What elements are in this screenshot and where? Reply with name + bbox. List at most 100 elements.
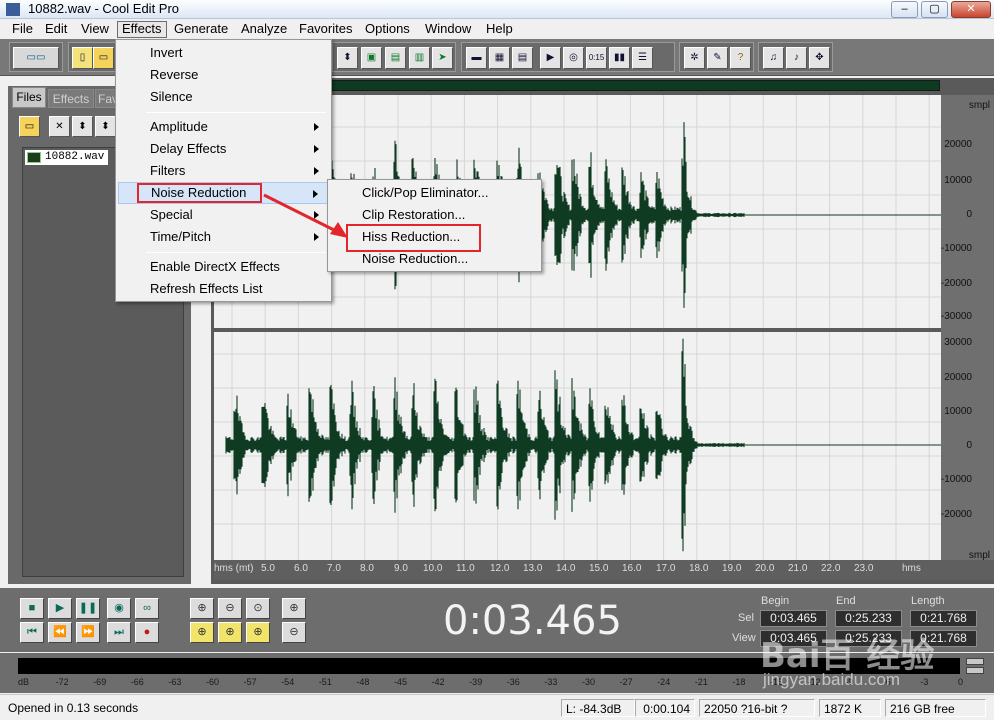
time-axis-end: hms: [902, 563, 921, 574]
forward-icon[interactable]: ⏩: [76, 622, 100, 643]
meter-tick-label: -24: [657, 677, 671, 687]
open-folder-icon[interactable]: ▭: [93, 47, 114, 69]
menu-effects[interactable]: Effects: [117, 21, 167, 38]
menu-item-filters[interactable]: Filters: [118, 160, 329, 182]
view-spectral-icon[interactable]: ▦: [489, 47, 510, 69]
menu-item-clip-restoration[interactable]: Clip Restoration...: [330, 204, 539, 226]
menu-options[interactable]: Options: [361, 21, 414, 38]
open-file-icon[interactable]: ▭: [19, 116, 40, 137]
maximize-button[interactable]: ▢: [921, 1, 948, 18]
menu-file[interactable]: File: [8, 21, 37, 38]
rewind-icon[interactable]: ⏪: [48, 622, 72, 643]
time-tick: 19.0: [722, 563, 742, 574]
zoom-in-icon[interactable]: ⊕: [190, 598, 214, 619]
play-view-icon[interactable]: ▶: [540, 47, 561, 69]
menu-favorites[interactable]: Favorites: [295, 21, 356, 38]
menu-edit[interactable]: Edit: [41, 21, 71, 38]
tab-effects[interactable]: Effects: [48, 89, 94, 108]
ruler-label: 0: [966, 209, 972, 220]
multitrack-icon[interactable]: ♫: [763, 47, 784, 69]
ruler-label: 0: [966, 440, 972, 451]
submenu-arrow-icon: [314, 123, 319, 131]
ruler-label: 10000: [944, 406, 972, 417]
meter-tick-label: -42: [431, 677, 445, 687]
zoom-right-icon[interactable]: ⊕: [218, 622, 242, 643]
meter-peak-right: [966, 667, 984, 674]
menu-separator: [146, 252, 326, 253]
stop-icon[interactable]: ■: [20, 598, 44, 619]
amplitude-ruler: smpl 20000 10000 0 -10000 -20000 -30000 …: [940, 95, 994, 561]
meter-tick-label: -3: [920, 677, 929, 687]
help-icon[interactable]: ?: [730, 47, 751, 69]
tool-e-icon[interactable]: ➤: [432, 47, 453, 69]
vertical-zoom-out-icon[interactable]: ⊖: [282, 622, 306, 643]
zoom-view-icon[interactable]: ◎: [563, 47, 584, 69]
go-end-icon[interactable]: ⏭: [107, 622, 131, 643]
menu-window[interactable]: Window: [421, 21, 475, 38]
status-level: L: -84.3dB @: [561, 699, 635, 717]
menu-item-amplitude[interactable]: Amplitude: [118, 116, 329, 138]
menu-item-label: Special: [150, 207, 193, 222]
menu-view[interactable]: View: [77, 21, 113, 38]
edit-file-icon[interactable]: ⬍: [95, 116, 116, 137]
loop-play-icon[interactable]: ∞: [135, 598, 159, 619]
zoom-out-icon[interactable]: ⊖: [218, 598, 242, 619]
time-tick: 20.0: [755, 563, 775, 574]
menu-item-enable-directx[interactable]: Enable DirectX Effects: [118, 256, 329, 278]
menu-item-refresh-effects[interactable]: Refresh Effects List: [118, 278, 329, 300]
meter-tick-label: -51: [318, 677, 332, 687]
play-to-end-icon[interactable]: ◉: [107, 598, 131, 619]
tool-c-icon[interactable]: ▤: [385, 47, 406, 69]
settings-icon[interactable]: ✲: [684, 47, 705, 69]
view-waveform-icon[interactable]: ▬: [466, 47, 487, 69]
menu-analyze[interactable]: Analyze: [237, 21, 291, 38]
menu-generate[interactable]: Generate: [170, 21, 232, 38]
pause-icon[interactable]: ❚❚: [76, 598, 100, 619]
close-file-icon[interactable]: ✕: [49, 116, 70, 137]
app-icon: [6, 3, 20, 16]
go-start-icon[interactable]: ⏮: [20, 622, 44, 643]
meter-tick-label: -63: [168, 677, 182, 687]
counter-icon[interactable]: 0:15: [586, 47, 607, 69]
menu-item-click-pop[interactable]: Click/Pop Eliminator...: [330, 182, 539, 204]
view-panel-icon[interactable]: ▤: [512, 47, 533, 69]
tool-a-icon[interactable]: ⬍: [337, 47, 358, 69]
title-bar: 10882.wav - Cool Edit Pro – ▢ ✕: [0, 0, 994, 19]
overview-bar[interactable]: [330, 80, 940, 91]
loop-icon[interactable]: ♪: [786, 47, 807, 69]
ruler-label: -20000: [940, 509, 972, 520]
time-tick: 17.0: [656, 563, 676, 574]
list-icon[interactable]: ☰: [632, 47, 653, 69]
effects-menu: Invert Reverse Silence Amplitude Delay E…: [115, 39, 332, 302]
menu-item-silence[interactable]: Silence: [118, 86, 329, 108]
list-item[interactable]: 10882.wav: [25, 150, 109, 165]
minimize-button[interactable]: –: [891, 1, 918, 18]
menu-item-delay-effects[interactable]: Delay Effects: [118, 138, 329, 160]
time-tick: 16.0: [622, 563, 642, 574]
tab-files[interactable]: Files: [12, 87, 46, 108]
sel-begin-field[interactable]: 0:03.465: [760, 610, 827, 627]
menu-item-reverse[interactable]: Reverse: [118, 64, 329, 86]
record-icon[interactable]: ●: [135, 622, 159, 643]
bars-icon[interactable]: ▮▮: [609, 47, 630, 69]
meter-peak-left: [966, 658, 984, 665]
vertical-zoom-in-icon[interactable]: ⊕: [282, 598, 306, 619]
sel-length-field[interactable]: 0:21.768: [910, 610, 977, 627]
notes-icon[interactable]: ✎: [707, 47, 728, 69]
menu-item-label: Time/Pitch: [150, 229, 211, 244]
zoom-left-icon[interactable]: ⊕: [190, 622, 214, 643]
mode-toggle-icon[interactable]: ▭▭: [13, 47, 59, 69]
zoom-full-icon[interactable]: ⊙: [246, 598, 270, 619]
expand-icon[interactable]: ✥: [809, 47, 830, 69]
tool-b-icon[interactable]: ▣: [361, 47, 382, 69]
insert-icon[interactable]: ⬍: [72, 116, 93, 137]
zoom-selection-icon[interactable]: ⊕: [246, 622, 270, 643]
tool-d-icon[interactable]: ▥: [409, 47, 430, 69]
ruler-label: -10000: [940, 243, 972, 254]
close-button[interactable]: ✕: [951, 1, 991, 18]
sel-end-field[interactable]: 0:25.233: [835, 610, 902, 627]
menu-help[interactable]: Help: [482, 21, 517, 38]
menu-item-invert[interactable]: Invert: [118, 42, 329, 64]
play-icon[interactable]: ▶: [48, 598, 72, 619]
new-file-icon[interactable]: ▯: [72, 47, 93, 69]
